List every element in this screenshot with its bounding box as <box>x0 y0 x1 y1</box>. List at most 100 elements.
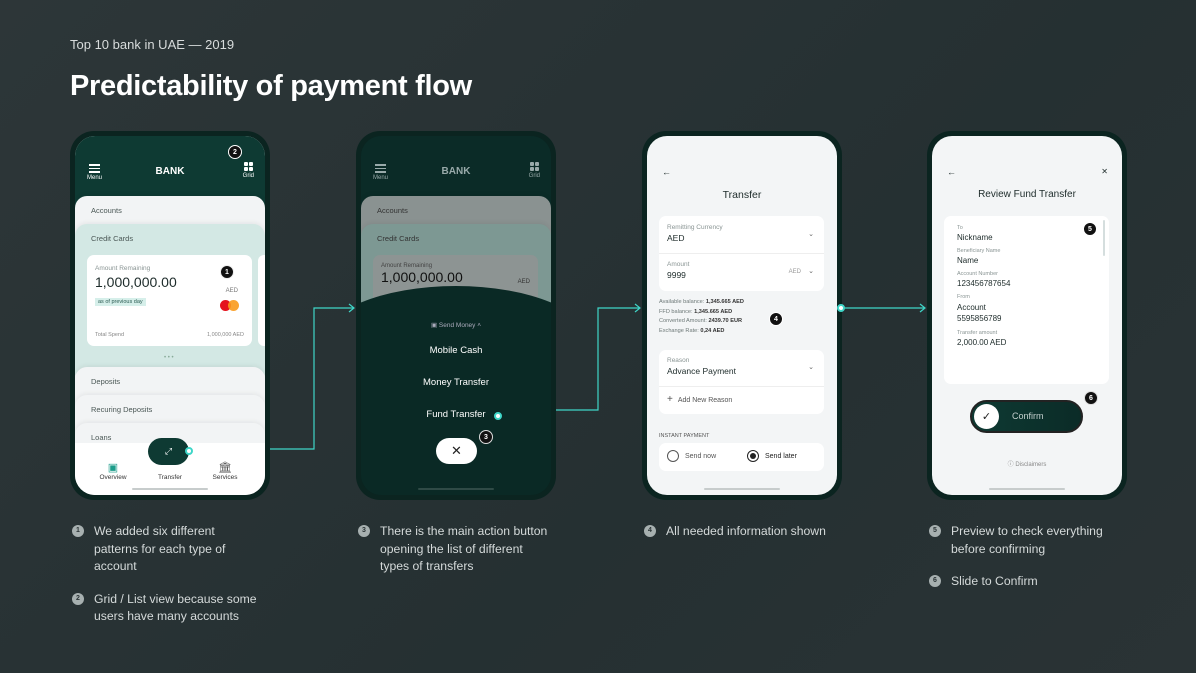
caption-text: All needed information shown <box>666 524 826 538</box>
send-money-toggle[interactable]: ▣ Send Money ˄ <box>361 321 551 329</box>
currency-label: AED <box>517 279 530 285</box>
total-spend-label: Total Spend <box>95 332 125 338</box>
amount-input[interactable]: Amount 9999 <box>667 261 689 280</box>
home-indicator <box>132 488 208 490</box>
tab-transfer[interactable]: Transfer <box>150 474 190 481</box>
scrollbar[interactable] <box>1103 220 1105 256</box>
reason-select[interactable]: Reason Advance Payment <box>667 357 736 376</box>
grid-toggle[interactable]: Grid <box>243 162 254 179</box>
wallet-icon: ▣ <box>107 462 119 474</box>
field-value: Name <box>957 256 979 265</box>
grid-toggle[interactable]: Grid <box>529 162 540 179</box>
close-icon: ✕ <box>451 443 462 458</box>
mastercard-icon <box>220 300 240 311</box>
remitting-value: AED <box>667 233 685 243</box>
radio-selected-icon <box>747 450 759 462</box>
radio-unselected-icon <box>667 450 679 462</box>
credit-card-tile[interactable]: Amount Remaining 1,000,000.00 as of prev… <box>87 255 252 346</box>
info-value: 0,24 AED <box>700 328 725 335</box>
tab-services[interactable]: 🏛︎ Services <box>205 461 245 481</box>
phone-overview: Menu BANK Grid 2 Accounts Credit Cards A… <box>70 131 270 500</box>
field-value: Nickname <box>957 233 993 242</box>
close-icon[interactable]: ✕ <box>1101 167 1108 176</box>
amount-value: 1,000,000.00 <box>381 269 463 285</box>
transfer-arrows-icon: ⤢ <box>164 446 173 456</box>
reason-label: Reason <box>667 357 690 364</box>
confirm-label: Confirm <box>1012 411 1044 421</box>
pager-dots[interactable]: • • • <box>164 355 174 361</box>
slide-to-confirm[interactable]: ✓ Confirm <box>970 400 1083 433</box>
as-of-tag: as of previous day <box>95 298 146 306</box>
send-money-icon: ▣ <box>430 322 439 329</box>
back-arrow-icon[interactable]: ← <box>662 167 671 177</box>
radio-send-later[interactable]: Send later <box>747 450 797 462</box>
send-later-label: Send later <box>765 452 797 460</box>
caption-text: Slide to Confirm <box>951 574 1038 588</box>
info-value: 2439.70 EUR <box>708 318 743 325</box>
grid-icon <box>243 162 253 171</box>
currency-amount-card: Remitting Currency AED ⌄ Amount 9999 AED ⌄ <box>659 216 824 291</box>
caption-group-4: 5 Preview to check everything before conf… <box>929 523 1149 606</box>
badge-2: 2 <box>228 145 242 159</box>
option-fund-transfer[interactable]: Fund Transfer <box>361 409 551 420</box>
grid-label: Grid <box>528 173 540 179</box>
send-now-label: Send now <box>685 452 717 460</box>
reason-card: Reason Advance Payment ⌄ + Add New Reason <box>659 350 824 414</box>
home-indicator <box>418 488 494 490</box>
field-label: Beneficiary Name <box>957 248 1001 254</box>
caption-number: 1 <box>72 525 84 537</box>
caption-number: 5 <box>929 525 941 537</box>
credit-cards-label: Credit Cards <box>91 234 134 243</box>
option-money-transfer[interactable]: Money Transfer <box>361 377 551 388</box>
phone-send-money: Menu BANK Grid Accounts Credit Cards Amo… <box>356 131 556 500</box>
brand-logo: BANK <box>155 166 185 177</box>
balance-info: Available balance: 1,345.665 AED FFD bal… <box>659 298 744 337</box>
connector-dot <box>185 447 193 455</box>
bank-icon: 🏛︎ <box>218 462 232 474</box>
close-button[interactable]: ✕ <box>436 438 477 464</box>
connector-dot <box>837 304 845 312</box>
badge-3: 3 <box>479 430 493 444</box>
info-value: 1,345.665 AED <box>694 308 733 315</box>
grid-icon <box>529 162 539 171</box>
caption-text: Grid / List view because some users have… <box>94 591 257 624</box>
caption-number: 2 <box>72 592 84 605</box>
remitting-currency-select[interactable]: Remitting Currency AED <box>667 224 723 243</box>
radio-send-now[interactable]: Send now <box>667 450 716 462</box>
add-reason-button[interactable]: + Add New Reason <box>667 394 732 405</box>
checkmark-icon[interactable]: ✓ <box>974 404 999 429</box>
transfer-fab-button[interactable]: ⤢ <box>148 438 189 465</box>
home-indicator <box>704 488 780 490</box>
total-spend-value: 1,000,000 AED <box>206 332 244 338</box>
field-value: 123456787654 <box>957 279 1011 288</box>
plus-icon: + <box>667 394 673 405</box>
next-card-peek[interactable] <box>258 255 265 346</box>
instant-payment-card: Send now Send later <box>659 443 824 471</box>
phone-transfer: ← Transfer Remitting Currency AED ⌄ Amoun… <box>642 131 842 500</box>
badge-5: 5 <box>1083 222 1097 236</box>
remitting-label: Remitting Currency <box>667 224 723 231</box>
back-arrow-icon[interactable]: ← <box>947 167 956 177</box>
info-value: 1,345.665 AED <box>705 299 744 305</box>
tab-overview[interactable]: ▣ Overview <box>93 461 133 481</box>
info-label: Available balance: <box>659 299 705 305</box>
connector-dot <box>494 412 502 420</box>
field-label: Transfer amount <box>957 330 998 336</box>
tab-overview-label: Overview <box>99 474 127 481</box>
credit-cards-label: Credit Cards <box>377 234 420 243</box>
option-mobile-cash[interactable]: Mobile Cash <box>361 345 551 356</box>
field-value: Account 5595856789 <box>957 303 1002 323</box>
caption-group-2: 3 There is the main action button opening… <box>358 523 568 591</box>
caption-group-3: 4 All needed information shown <box>644 523 864 556</box>
reason-value: Advance Payment <box>667 366 736 376</box>
caption-number: 4 <box>644 525 656 537</box>
tab-transfer-label: Transfer <box>158 474 182 481</box>
tab-services-label: Services <box>212 474 238 481</box>
grid-label: Grid <box>242 173 254 179</box>
badge-6: 6 <box>1084 391 1098 405</box>
chevron-down-icon: ⌄ <box>808 268 814 275</box>
currency-label: AED <box>225 288 238 294</box>
disclaimers-link[interactable]: ⓘ Disclaimers <box>932 459 1122 468</box>
caption-group-1: 1 We added six different patterns for eac… <box>72 523 272 641</box>
amount-currency[interactable]: AED <box>789 269 801 275</box>
